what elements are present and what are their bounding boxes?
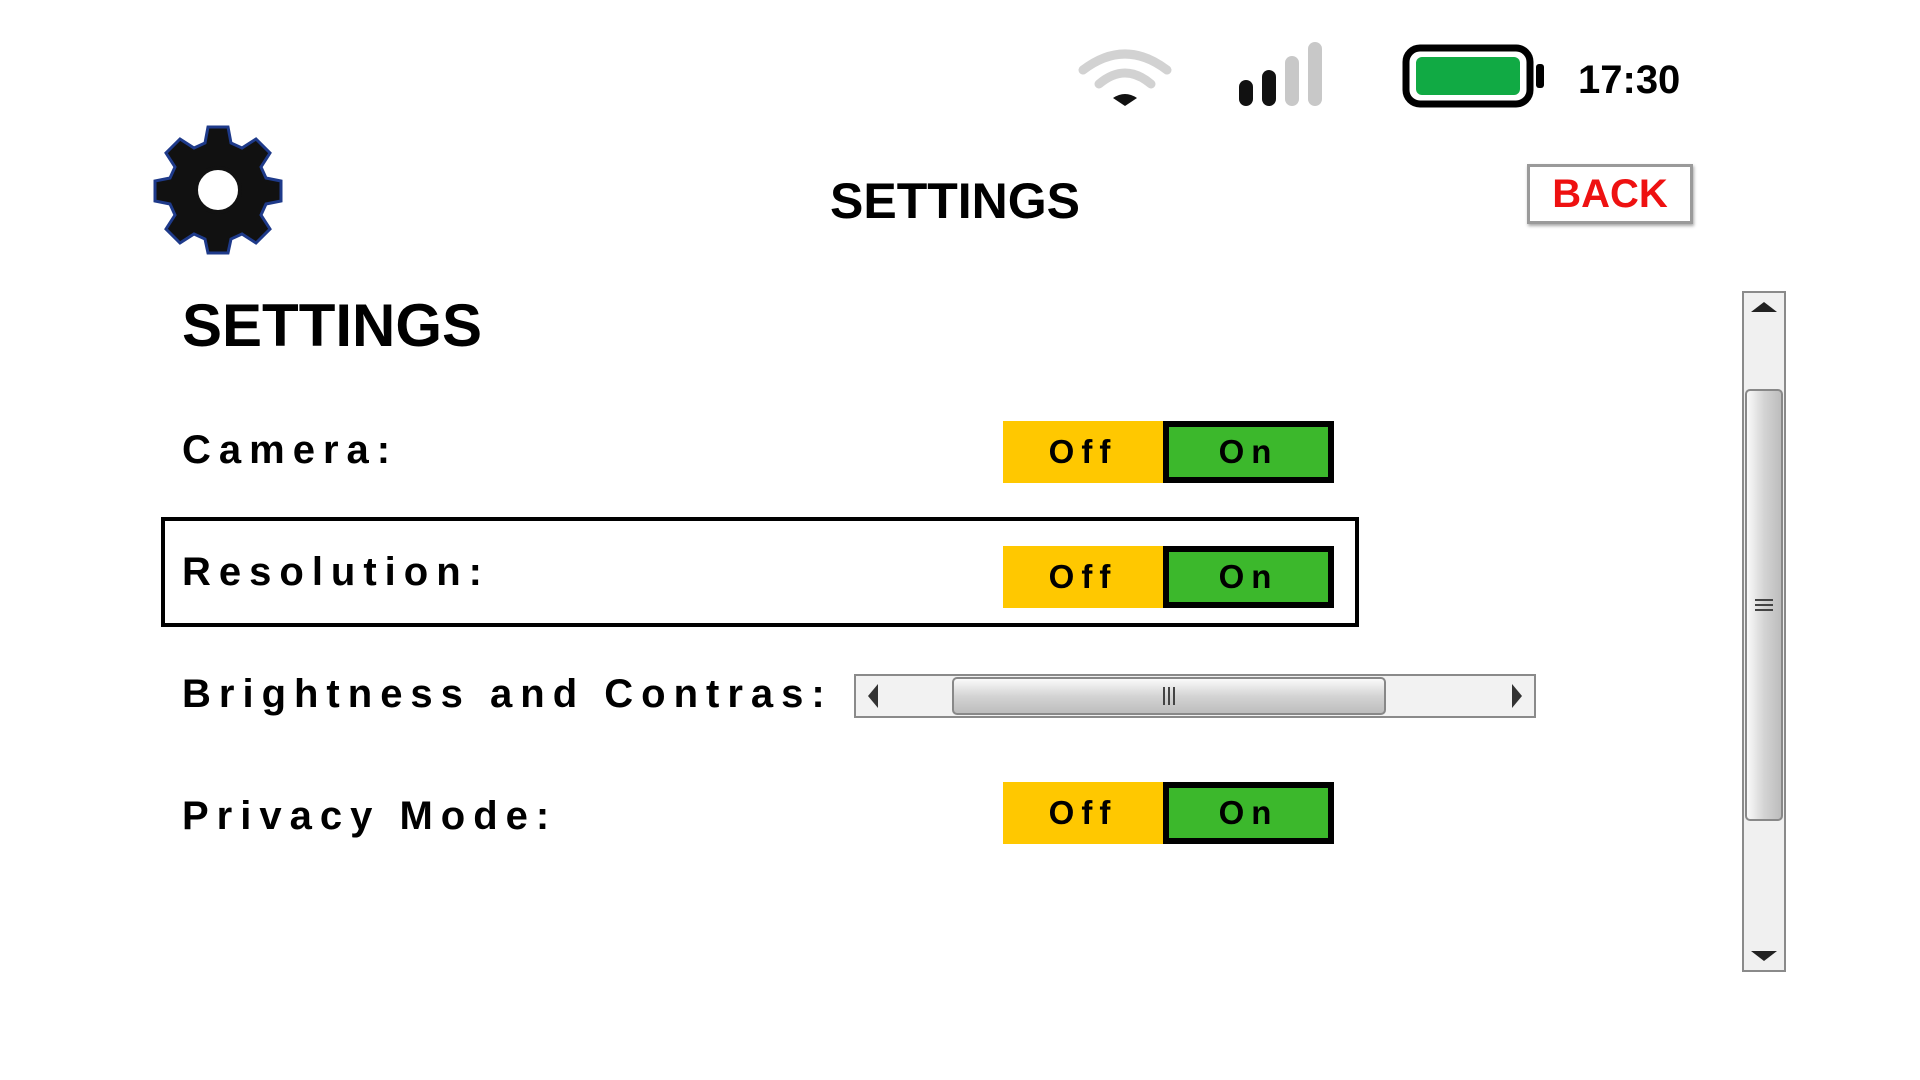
battery-icon	[1402, 44, 1544, 108]
camera-label: Camera:	[182, 428, 399, 472]
resolution-on-option[interactable]: On	[1163, 546, 1334, 608]
resolution-off-option[interactable]: Off	[1003, 546, 1163, 608]
slider-left-arrow-icon[interactable]	[860, 676, 886, 716]
camera-off-option[interactable]: Off	[1003, 421, 1163, 483]
grip-icon	[1163, 687, 1175, 705]
section-title: SETTINGS	[182, 292, 483, 359]
scroll-down-arrow-icon[interactable]	[1744, 942, 1784, 970]
resolution-label: Resolution:	[182, 550, 490, 594]
resolution-toggle[interactable]: Off On	[1003, 546, 1334, 608]
slider-thumb[interactable]	[952, 677, 1386, 715]
page-title: SETTINGS	[830, 173, 1081, 229]
back-button[interactable]: BACK	[1527, 164, 1693, 224]
privacy-mode-toggle[interactable]: Off On	[1003, 782, 1334, 844]
gear-icon[interactable]	[150, 122, 286, 258]
privacy-mode-on-option[interactable]: On	[1163, 782, 1334, 844]
scrollbar-thumb[interactable]	[1745, 389, 1783, 821]
vertical-scrollbar[interactable]	[1742, 291, 1786, 972]
privacy-mode-off-option[interactable]: Off	[1003, 782, 1163, 844]
camera-toggle[interactable]: Off On	[1003, 421, 1334, 483]
slider-right-arrow-icon[interactable]	[1504, 676, 1530, 716]
signal-strength-icon	[1239, 42, 1322, 106]
grip-icon	[1755, 599, 1773, 611]
wifi-icon	[1078, 49, 1172, 106]
scroll-up-arrow-icon[interactable]	[1744, 293, 1784, 321]
brightness-contrast-label: Brightness and Contras:	[182, 672, 833, 716]
status-time: 17:30	[1578, 58, 1681, 102]
brightness-contrast-slider[interactable]	[854, 674, 1536, 718]
privacy-mode-label: Privacy Mode:	[182, 794, 558, 838]
camera-on-option[interactable]: On	[1163, 421, 1334, 483]
